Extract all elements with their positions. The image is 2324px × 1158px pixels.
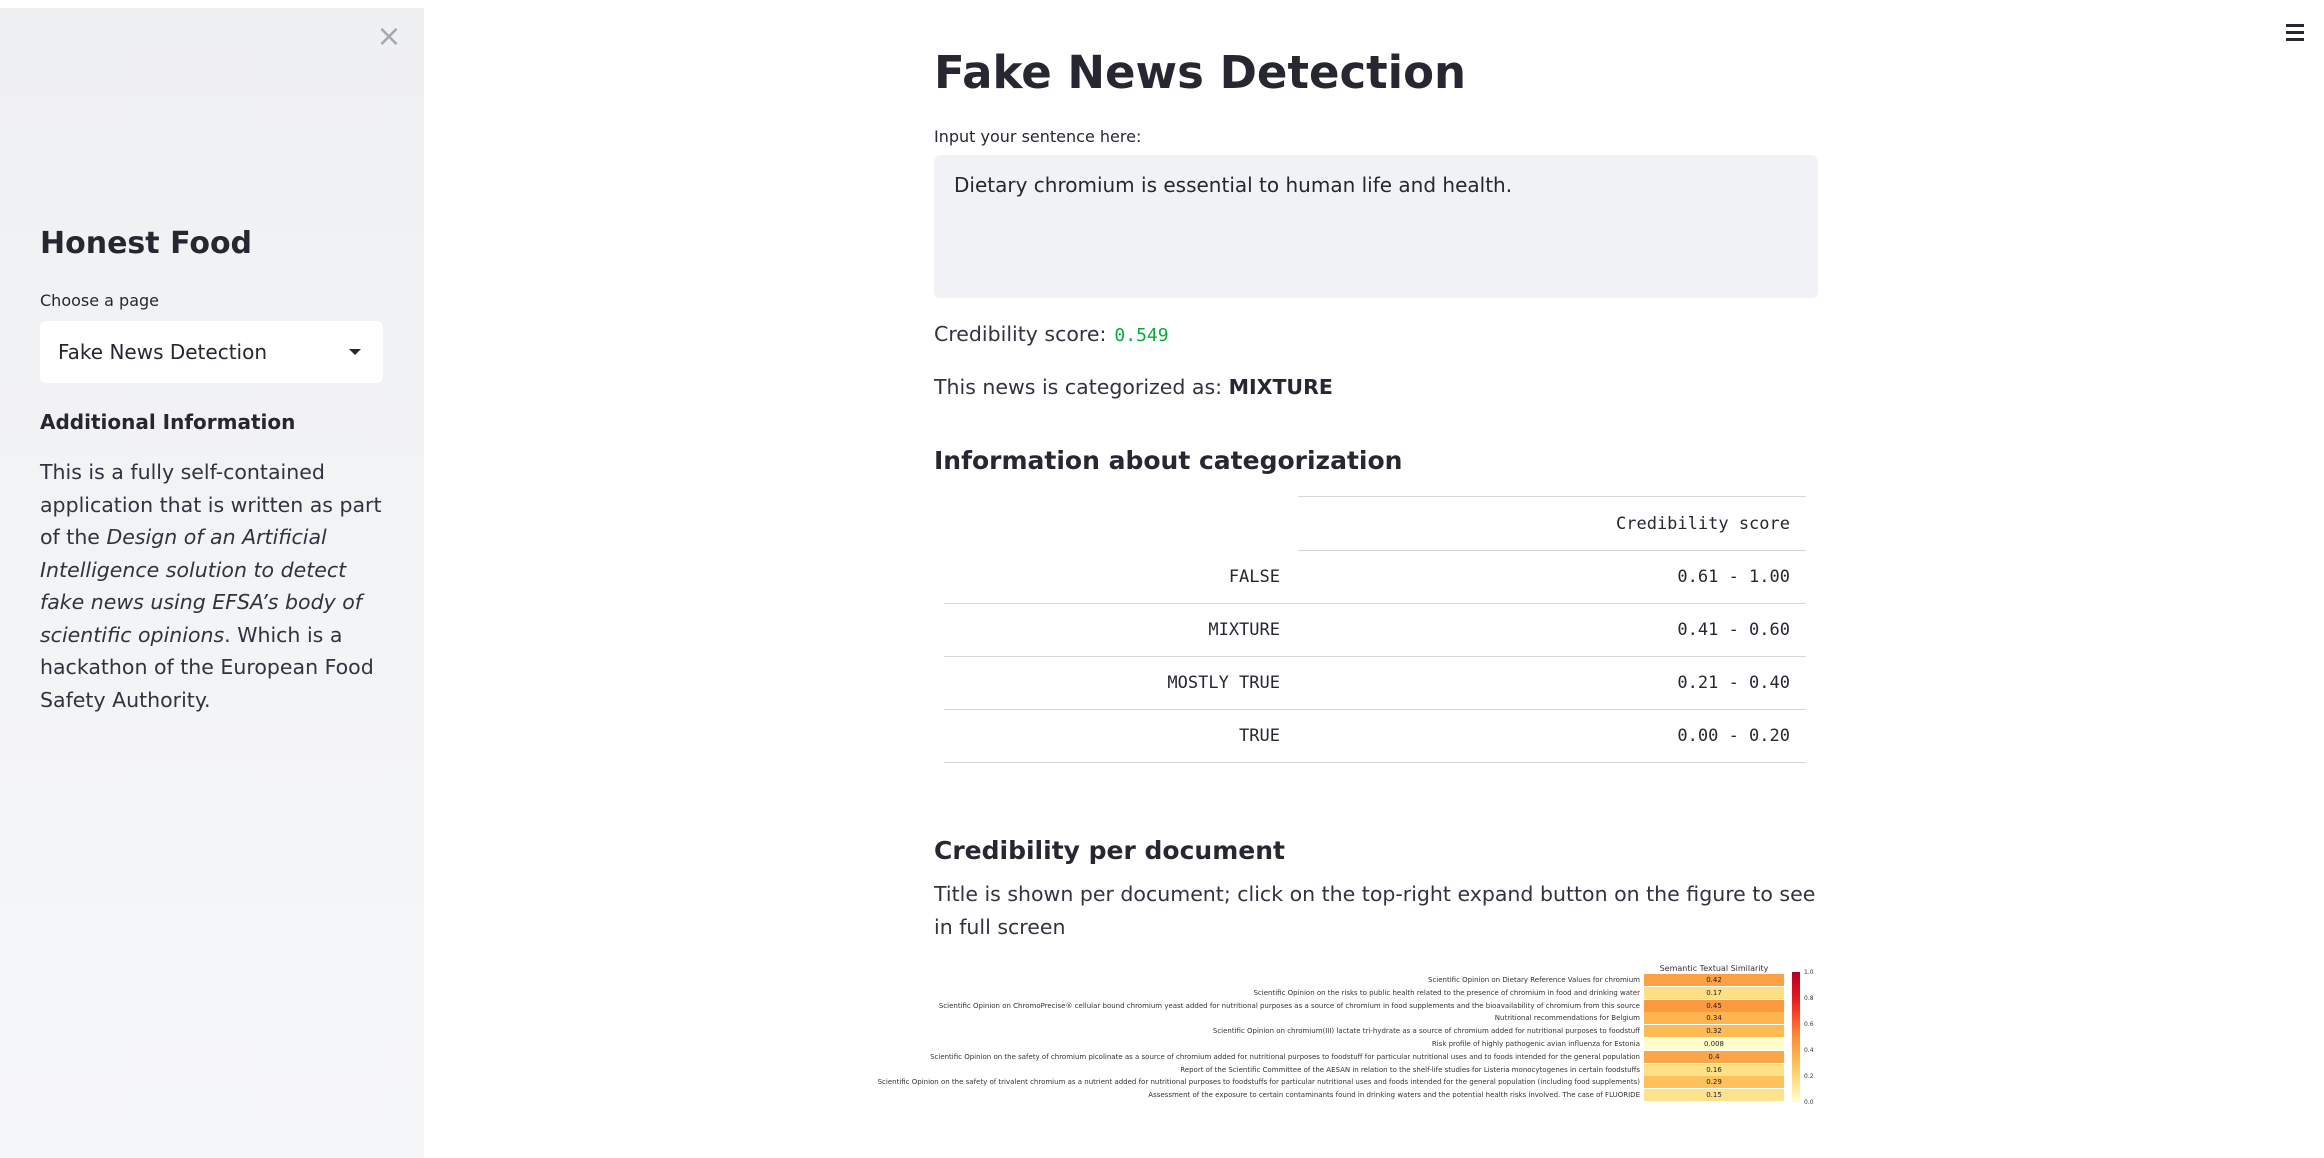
- table-header-row: Credibility score: [1298, 496, 1806, 551]
- heatmap-cell: 0.17: [1644, 986, 1784, 999]
- credibility-value: 0.549: [1114, 325, 1169, 346]
- table-row: MIXTURE 0.41 - 0.60: [944, 604, 1806, 657]
- credibility-label: Credibility score:: [934, 322, 1107, 346]
- heatmap-cell: 0.34: [1644, 1012, 1784, 1025]
- table-row: MOSTLY TRUE 0.21 - 0.40: [944, 657, 1806, 710]
- table-cell-range: 0.21 - 0.40: [1677, 673, 1790, 693]
- heatmap-row-label: Scientific Opinion on ChromoPrecise® cel…: [938, 1001, 1640, 1010]
- heatmap-row-label: Nutritional recommendations for Belgium: [1494, 1014, 1640, 1023]
- heatmap-row-label: Risk profile of highly pathogenic avian …: [1431, 1040, 1640, 1048]
- heatmap-row-label: Scientific Opinion on Dietary Reference …: [1428, 976, 1640, 984]
- colorbar-tick-label: 0.2: [1804, 1073, 1814, 1080]
- heatmap-row-label: Scientific Opinion on chromium(III) lact…: [1212, 1027, 1640, 1036]
- table-header-credibility: Credibility score: [1616, 513, 1790, 534]
- categorization-table: Credibility score FALSE 0.61 - 1.00 MIXT…: [944, 496, 1806, 763]
- colorbar-tick-label: 0.4: [1804, 1047, 1814, 1054]
- colorbar-tick-label: 0.0: [1804, 1099, 1814, 1106]
- heatmap-row: Scientific Opinion on the safety of triv…: [878, 1076, 1818, 1089]
- table-cell-range: 0.61 - 1.00: [1677, 567, 1790, 587]
- category-value: MIXTURE: [1228, 375, 1333, 399]
- heatmap-cell: 0.45: [1644, 999, 1784, 1012]
- doc-description: Title is shown per document; click on th…: [934, 882, 1816, 939]
- heatmap-cell: 0.008: [1644, 1038, 1784, 1050]
- sidebar: × Honest Food Choose a page Fake News De…: [0, 8, 424, 1158]
- heatmap-row-label: Report of the Scientific Committee of th…: [1180, 1065, 1640, 1074]
- heatmap-row-label: Scientific Opinion on the safety of triv…: [877, 1078, 1640, 1087]
- heatmap-row: Risk profile of highly pathogenic avian …: [934, 1038, 1818, 1050]
- heatmap-row: Assessment of the exposure to certain co…: [934, 1089, 1818, 1102]
- heatmap-cell: 0.42: [1644, 974, 1784, 986]
- heatmap-cell: 0.16: [1644, 1063, 1784, 1076]
- similarity-heatmap[interactable]: Semantic Textual Similarity Scientific O…: [878, 964, 1818, 1106]
- credibility-line: Credibility score: 0.549: [934, 322, 1169, 346]
- chevron-down-icon: [349, 349, 361, 355]
- heatmap-row: Scientific Opinion on the risks to publi…: [934, 986, 1818, 999]
- heatmap-row-label: Scientific Opinion on the risks to publi…: [1253, 988, 1640, 997]
- table-cell-label: MOSTLY TRUE: [1167, 673, 1280, 693]
- heatmap-row-label: Assessment of the exposure to certain co…: [1148, 1091, 1640, 1100]
- hamburger-menu-icon[interactable]: [2286, 22, 2306, 42]
- close-icon[interactable]: ×: [374, 22, 404, 52]
- heatmap-row: Report of the Scientific Committee of th…: [934, 1063, 1818, 1076]
- heatmap-cell: 0.4: [1644, 1050, 1784, 1063]
- heatmap-row: Scientific Opinion on Dietary Reference …: [934, 974, 1818, 986]
- page-select[interactable]: Fake News Detection: [40, 321, 383, 383]
- additional-info-heading: Additional Information: [40, 410, 296, 434]
- colorbar-tick-label: 0.6: [1804, 1021, 1814, 1028]
- table-row: TRUE 0.00 - 0.20: [944, 710, 1806, 763]
- heatmap-row-label: Scientific Opinion on the safety of chro…: [930, 1052, 1640, 1061]
- table-cell-label: TRUE: [1239, 726, 1280, 746]
- heatmap-row: Scientific Opinion on the safety of chro…: [930, 1050, 1818, 1063]
- sidebar-title: Honest Food: [40, 226, 253, 261]
- colorbar-tick-label: 0.8: [1804, 995, 1814, 1002]
- category-line: This news is categorized as: MIXTURE: [934, 375, 1333, 399]
- page-select-value: Fake News Detection: [58, 340, 268, 364]
- heatmap-row: Scientific Opinion on ChromoPrecise® cel…: [934, 999, 1818, 1012]
- input-label: Input your sentence here:: [934, 127, 1142, 146]
- heatmap-title: Semantic Textual Similarity: [1659, 964, 1769, 973]
- choose-page-label: Choose a page: [40, 291, 160, 310]
- info-heading: Information about categorization: [934, 446, 1403, 475]
- heatmap-cell: 0.15: [1644, 1089, 1784, 1102]
- heatmap-cell: 0.29: [1644, 1076, 1784, 1089]
- heatmap-row: Scientific Opinion on chromium(III) lact…: [934, 1025, 1818, 1038]
- page-title: Fake News Detection: [934, 46, 1467, 99]
- additional-info-text: This is a fully self-contained applicati…: [40, 456, 390, 716]
- table-cell-label: MIXTURE: [1208, 620, 1280, 640]
- table-cell-range: 0.41 - 0.60: [1677, 620, 1790, 640]
- table-row: FALSE 0.61 - 1.00: [944, 551, 1806, 604]
- category-prefix: This news is categorized as:: [934, 375, 1229, 399]
- table-cell-label: FALSE: [1228, 567, 1280, 587]
- heatmap-cell: 0.32: [1644, 1025, 1784, 1038]
- table-cell-range: 0.00 - 0.20: [1677, 726, 1790, 746]
- doc-heading: Credibility per document: [934, 836, 1285, 865]
- heatmap-row: Nutritional recommendations for Belgium 0…: [934, 1012, 1818, 1025]
- colorbar-tick-label: 1.0: [1804, 969, 1814, 976]
- sentence-input[interactable]: Dietary chromium is essential to human l…: [934, 155, 1818, 298]
